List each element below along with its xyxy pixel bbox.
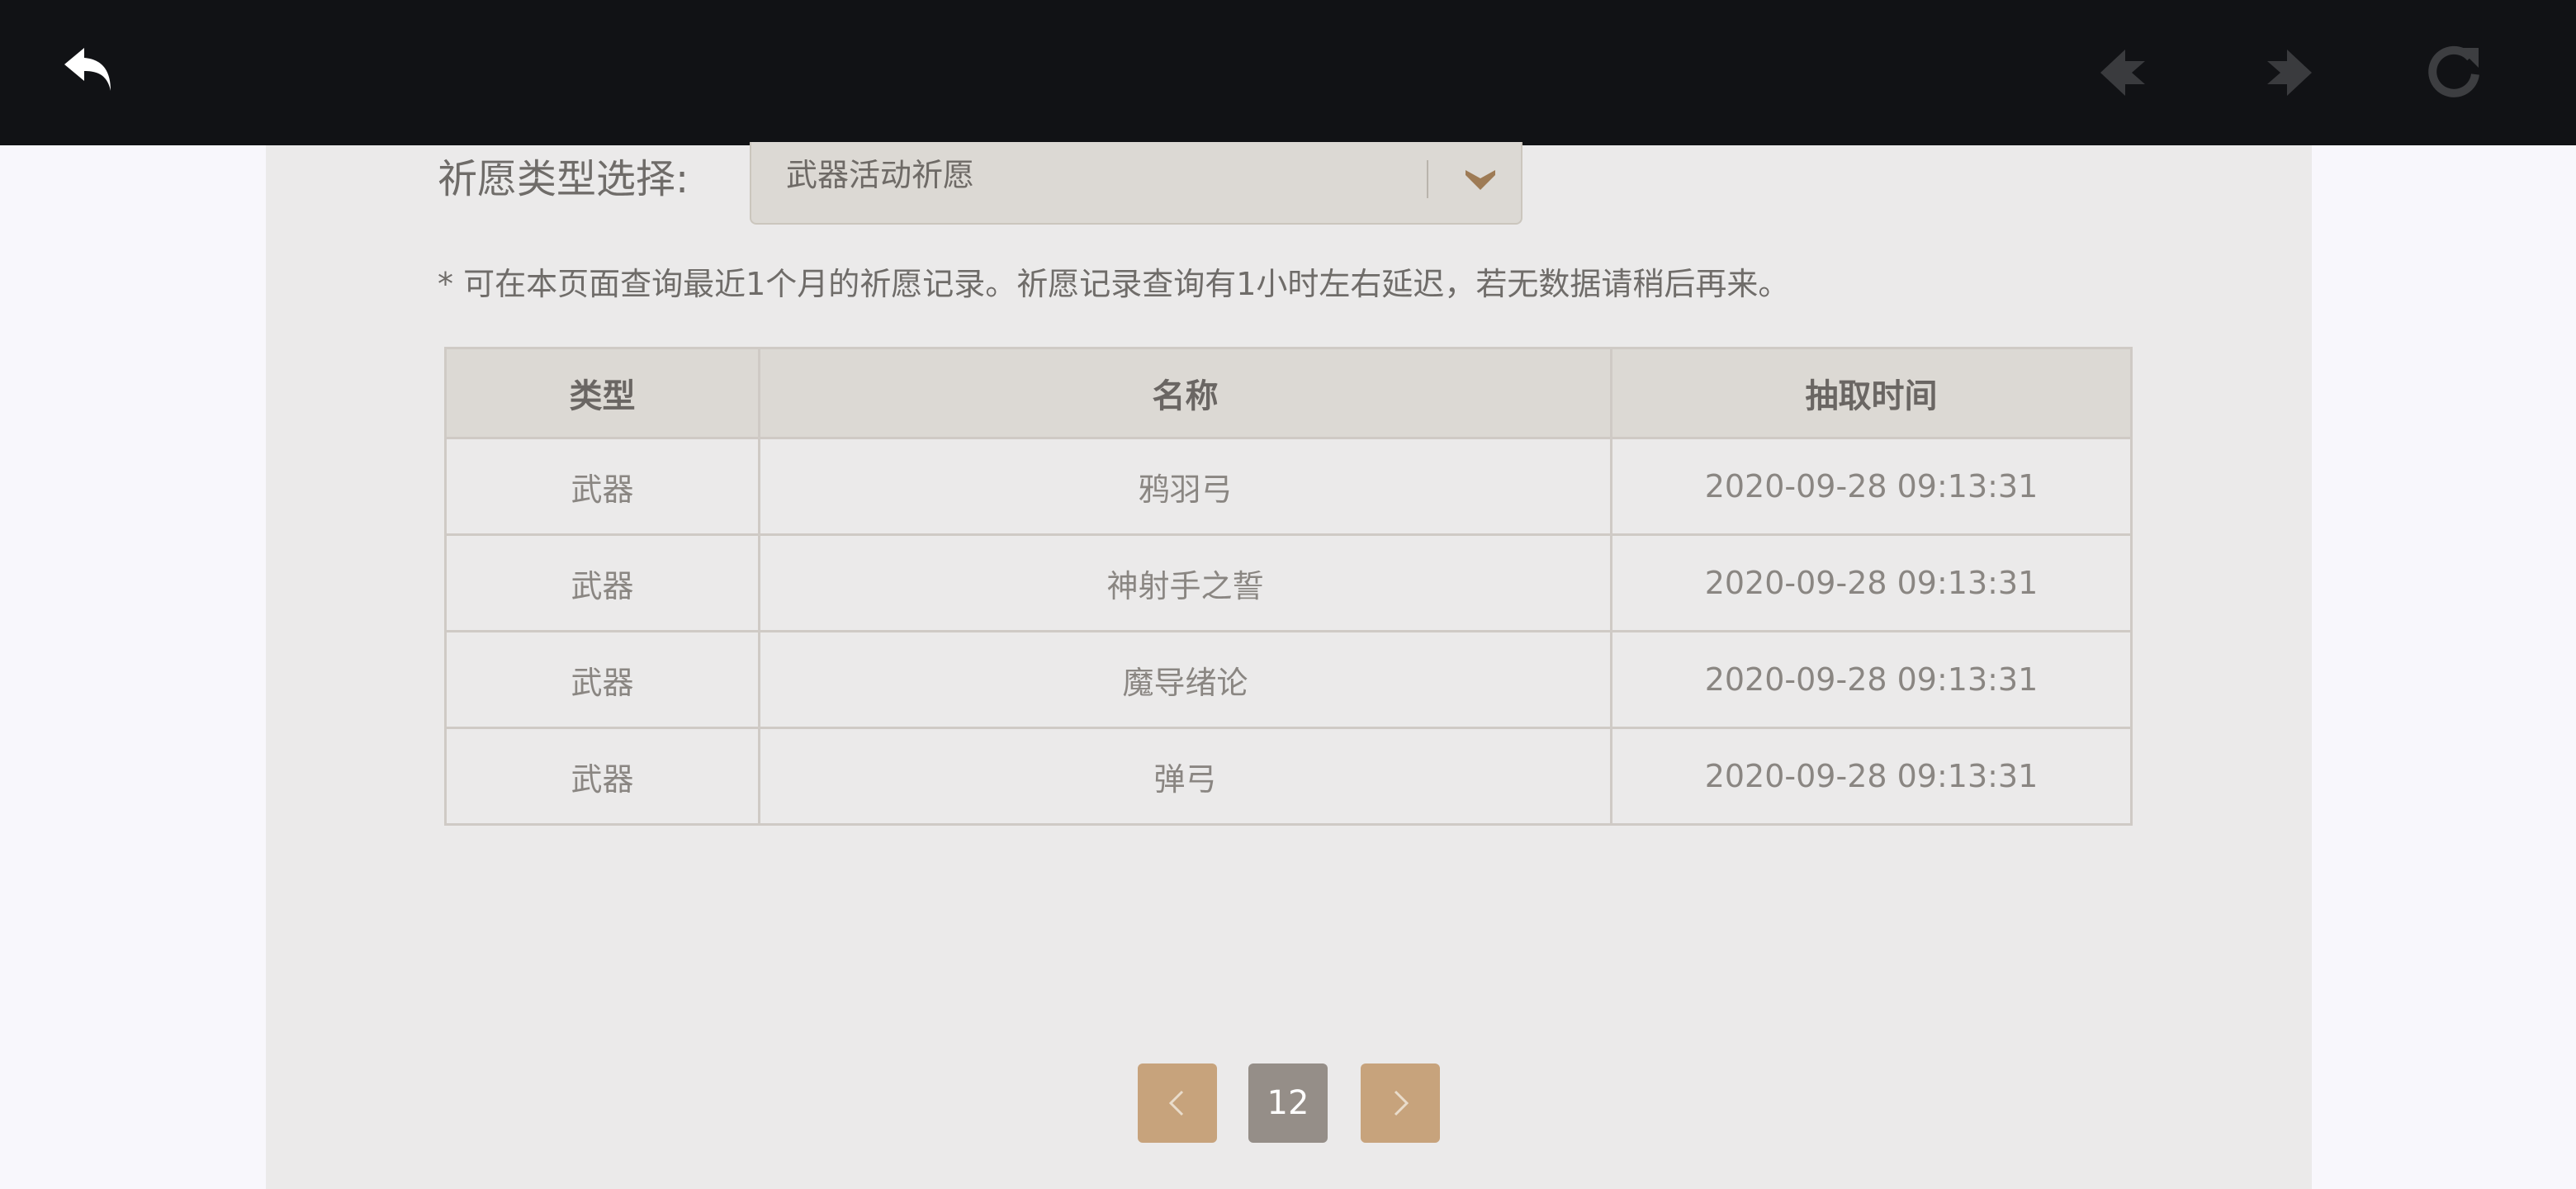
wish-history-panel: 祈愿类型选择: 武器活动祈愿 * 可在本页面查询最近1个月的祈愿记录。祈愿记录查… [266,142,2312,1189]
nav-next-icon [2267,50,2312,96]
column-header-name: 名称 [758,347,1612,439]
top-nav-bar [0,0,2576,145]
cell-name: 神射手之誓 [758,533,1612,632]
table-row: 武器 弹弓 2020-09-28 09:13:31 [444,727,2133,826]
wish-type-selected-value: 武器活动祈愿 [786,157,975,193]
wish-records-table: 类型 名称 抽取时间 武器 鸦羽弓 2020-09-28 09:13:31 武器… [444,347,2133,826]
chevron-down-icon[interactable] [1443,142,1518,216]
cell-name: 魔导绪论 [758,630,1612,729]
cell-type: 武器 [444,533,760,632]
cell-type: 武器 [444,437,760,536]
wish-type-dropdown[interactable]: 武器活动祈愿 [750,142,1522,225]
cell-name: 弹弓 [758,727,1612,826]
chevron-left-icon [1168,1090,1184,1116]
dropdown-divider [1427,160,1428,198]
column-header-time: 抽取时间 [1610,347,2133,439]
cell-time: 2020-09-28 09:13:31 [1610,437,2133,536]
back-button[interactable] [54,36,127,109]
table-row: 武器 鸦羽弓 2020-09-28 09:13:31 [444,437,2133,536]
reload-button[interactable] [2417,36,2490,109]
previous-page-button[interactable] [1138,1063,1217,1143]
cell-time: 2020-09-28 09:13:31 [1610,630,2133,729]
table-row: 武器 神射手之誓 2020-09-28 09:13:31 [444,533,2133,632]
browser-forward-button[interactable] [2251,36,2323,109]
next-page-button[interactable] [1361,1063,1440,1143]
browser-back-button[interactable] [2089,36,2162,109]
back-arrow-icon [64,48,111,91]
nav-prev-icon [2100,50,2145,96]
cell-time: 2020-09-28 09:13:31 [1610,533,2133,632]
wish-type-label: 祈愿类型选择: [438,156,689,202]
table-row: 武器 魔导绪论 2020-09-28 09:13:31 [444,630,2133,729]
current-page-indicator: 12 [1248,1063,1328,1143]
chevron-right-icon [1394,1090,1409,1116]
column-header-type: 类型 [444,347,760,439]
notice-text: * 可在本页面查询最近1个月的祈愿记录。祈愿记录查询有1小时左右延迟，若无数据请… [438,266,1790,302]
cell-name: 鸦羽弓 [758,437,1612,536]
cell-time: 2020-09-28 09:13:31 [1610,727,2133,826]
table-header-row: 类型 名称 抽取时间 [444,347,2133,439]
cell-type: 武器 [444,727,760,826]
cell-type: 武器 [444,630,760,729]
reload-icon [2428,45,2479,97]
